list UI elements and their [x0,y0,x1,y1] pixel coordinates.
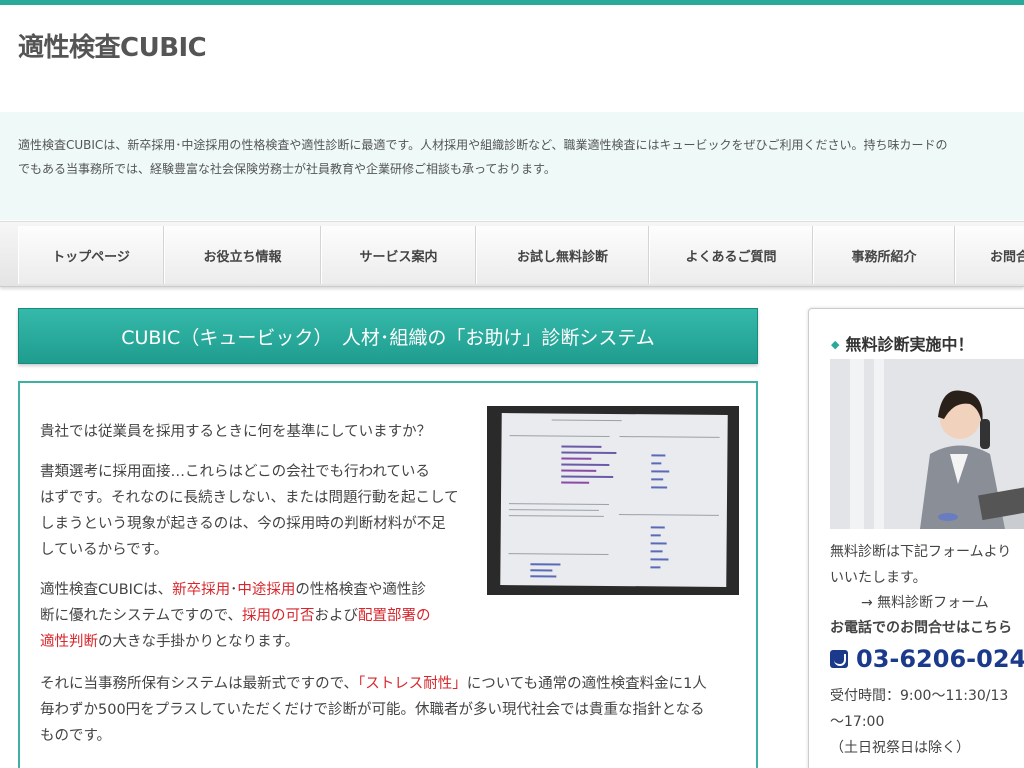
free-diagnosis-form-link[interactable]: → 無料診断フォーム [861,592,989,612]
cubic-report-photo [487,406,739,595]
sidebar-text-2: いいたします。 [830,570,927,586]
keyword-mid-career-hiring: 中途採用 [237,582,296,598]
global-nav: トップページ お役立ち情報 サービス案内 お試し無料診断 よくあるご質問 事務所… [0,221,1024,287]
nav-item-free-trial[interactable]: お試し無料診断 [476,226,649,284]
telephone-icon [830,650,848,668]
nav-item-services[interactable]: サービス案内 [321,226,476,284]
phone-number[interactable]: 03-6206-0248 [830,645,1024,673]
diamond-bullet-icon: ◆ [831,338,840,351]
top-accent-bar [0,0,1024,5]
paragraph-cubic-strength: 適性検査CUBICは、新卒採用･中途採用の性格検査や適性診 断に優れたシステムで… [40,582,431,650]
site-description: 適性検査CUBICは、新卒採用･中途採用の性格検査や適性診断に最適です。人材採用… [18,133,1024,181]
report-sheet-image [500,413,728,587]
description-line-2: でもある当事務所では、経験豊富な社会保険労務士が社員教育や企業研修ご相談も承って… [18,162,556,176]
business-hours-3: （土日祝祭日は除く） [830,740,970,756]
description-line-1: 適性検査CUBICは、新卒採用･中途採用の性格検査や適性診断に最適です。人材採用… [18,138,948,152]
paragraph-stress-tolerance: それに当事務所保有システムは最新式ですので、「ストレス耐性」についても通常の適性… [40,676,707,744]
sidebar-heading: ◆ 無料診断実施中！ [831,335,974,354]
nav-item-useful-info[interactable]: お役立ち情報 [164,226,321,284]
keyword-hiring-decision: 採用の可否 [241,608,315,624]
nav-item-top[interactable]: トップページ [18,226,164,284]
tel-heading: お電話でのお問合せはこちら [830,620,1012,636]
keyword-stress-tolerance: 「ストレス耐性」 [357,676,467,692]
sidebar-text-1: 無料診断は下記フォームより [830,544,1012,560]
main-content-box: 貴社では従業員を採用するときに何を基準にしていますか？ 書類選考に採用面接…これ… [18,381,758,768]
business-hours-1: 受付時間：9:00〜11:30/13 [830,688,1009,704]
keyword-aptitude-judgement: 適性判断 [40,634,98,650]
operator-illustration [830,359,1024,529]
nav-item-office[interactable]: 事務所紹介 [813,226,955,284]
keyword-new-grad-hiring: 新卒採用 [172,582,231,598]
business-hours-2: 〜17:00 [830,714,885,730]
nav-item-contact[interactable]: お問合 [955,226,1024,284]
main-heading: CUBIC（キュービック） 人材･組織の「お助け」診断システム [18,308,758,364]
nav-item-faq[interactable]: よくあるご質問 [649,226,813,284]
sidebar-free-diagnosis: ◆ 無料診断実施中！ 無料診断は下記フォームより いいたします。 → 無料診断フォ… [808,308,1024,768]
site-title[interactable]: 適性検査CUBIC [18,27,207,64]
keyword-placement: 配置部署の [357,608,431,624]
paragraph-question: 貴社では従業員を採用するときに何を基準にしていますか？ [40,424,432,440]
paragraph-screening: 書類選考に採用面接…これらはどこの会社でも行われている はずです。それなのに長続… [40,464,459,558]
operator-photo [830,359,1024,529]
